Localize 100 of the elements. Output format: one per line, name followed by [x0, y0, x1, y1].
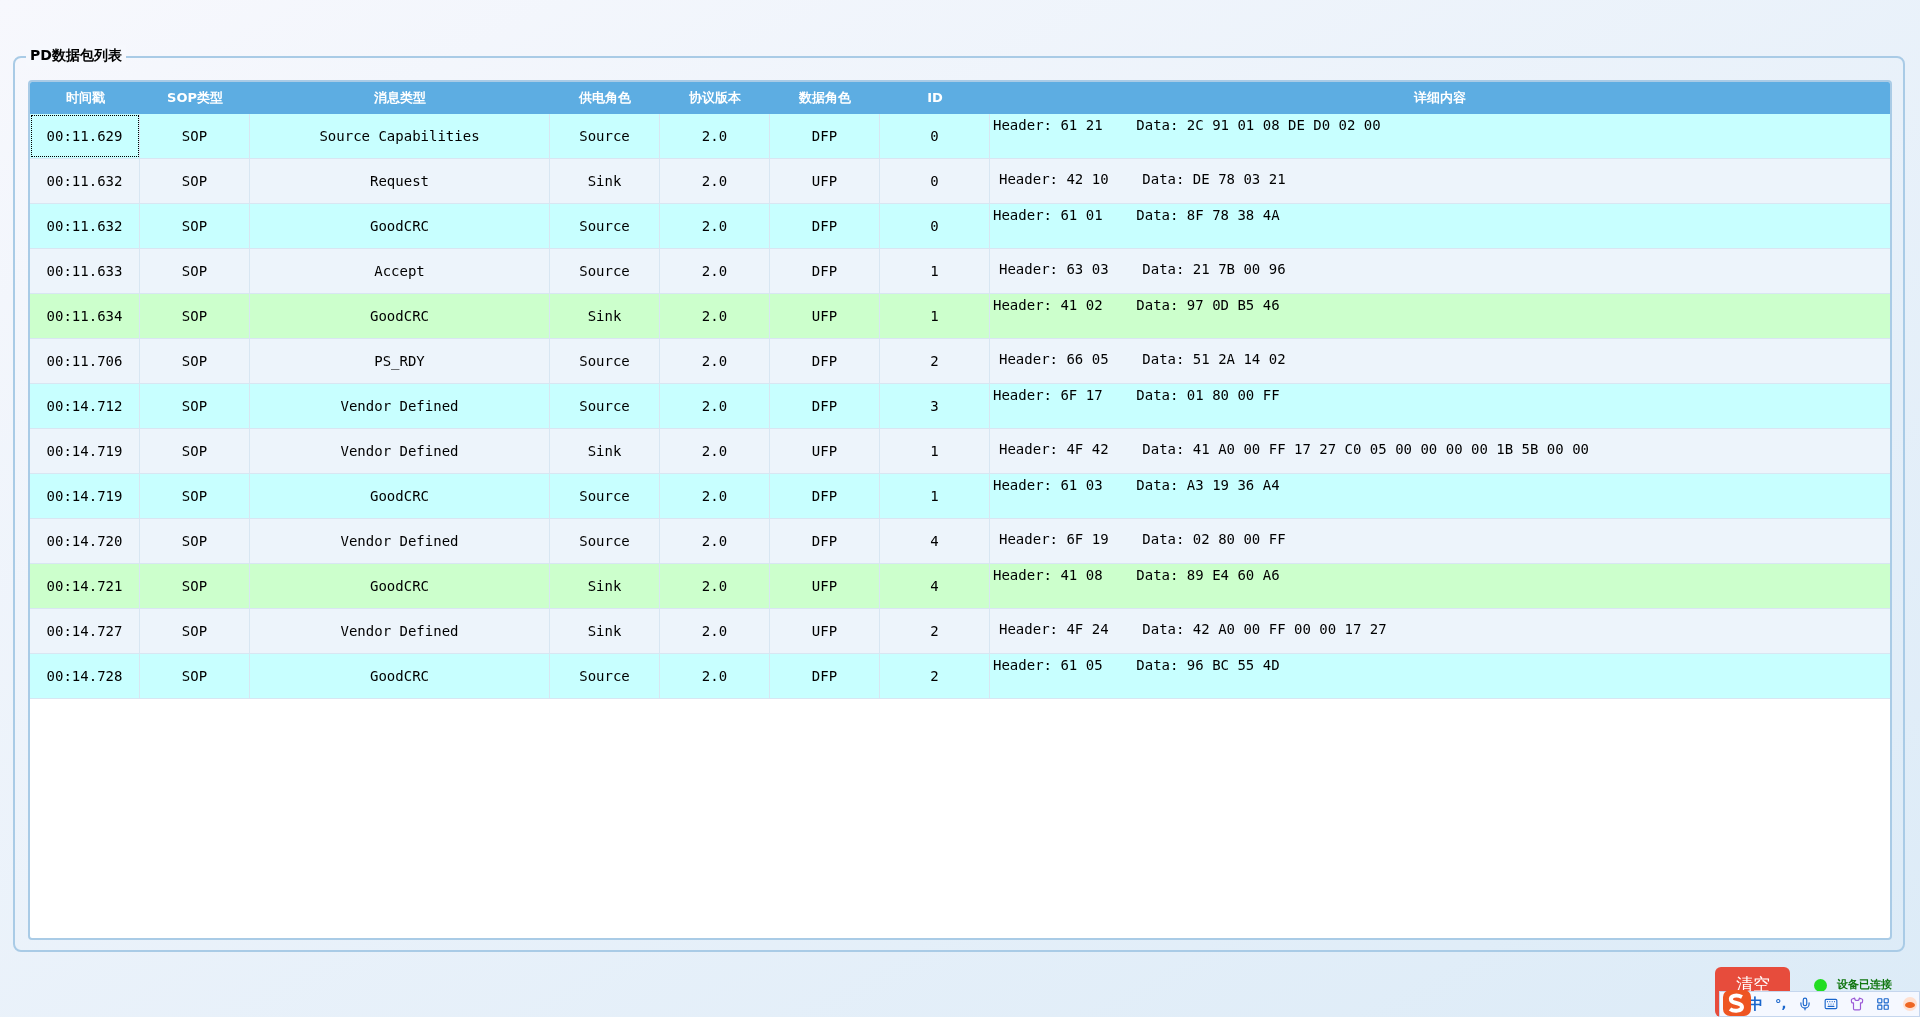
table-cell: Source: [550, 204, 660, 248]
table-cell: DFP: [770, 519, 880, 563]
table-cell: UFP: [770, 564, 880, 608]
table-cell: UFP: [770, 294, 880, 338]
table-cell: GoodCRC: [250, 564, 550, 608]
table-cell: UFP: [770, 609, 880, 653]
table-cell: 2.0: [660, 474, 770, 518]
table-cell-text: Header: 61 03 Data: A3 19 36 A4: [993, 476, 1280, 495]
table-cell: SOP: [140, 204, 250, 248]
panel-title: PD数据包列表: [26, 45, 126, 66]
table-cell: 00:11.706: [30, 339, 140, 383]
table-cell: 1: [880, 474, 990, 518]
table-cell-text: Header: 4F 42 Data: 41 A0 00 FF 17 27 C0 05 00 00 00 00 1B 5B 00 00: [999, 440, 1589, 459]
table-cell: Source: [550, 519, 660, 563]
table-cell: 3: [880, 384, 990, 428]
table-cell: Sink: [550, 609, 660, 653]
table-cell: Vendor Defined: [250, 384, 550, 428]
table-cell: 2.0: [660, 384, 770, 428]
table-cell: Source: [550, 249, 660, 293]
table-cell: Source: [550, 384, 660, 428]
table-cell: 00:11.629: [30, 114, 140, 158]
table-cell: 0: [880, 159, 990, 203]
table-cell: SOP: [140, 159, 250, 203]
table-cell: DFP: [770, 474, 880, 518]
table-cell: 00:11.634: [30, 294, 140, 338]
table-cell: GoodCRC: [250, 654, 550, 698]
table-cell: 00:14.712: [30, 384, 140, 428]
table-cell: GoodCRC: [250, 474, 550, 518]
table-cell: Vendor Defined: [250, 609, 550, 653]
table-cell: 0: [880, 204, 990, 248]
table-cell: 00:14.719: [30, 474, 140, 518]
status-text: 设备已连接: [1837, 977, 1892, 993]
table-cell: DFP: [770, 339, 880, 383]
table-cell: 00:14.721: [30, 564, 140, 608]
table-cell: Source: [550, 114, 660, 158]
table-cell: PS_RDY: [250, 339, 550, 383]
table-cell-text: Header: 6F 17 Data: 01 80 00 FF: [993, 386, 1280, 405]
table-cell: SOP: [140, 384, 250, 428]
table-cell: 2.0: [660, 114, 770, 158]
table-cell: 00:11.632: [30, 159, 140, 203]
table-cell: SOP: [140, 429, 250, 473]
table-cell: 00:14.728: [30, 654, 140, 698]
table-cell: UFP: [770, 159, 880, 203]
table-cell: 2.0: [660, 564, 770, 608]
table-cell: SOP: [140, 294, 250, 338]
table-cell: 2.0: [660, 249, 770, 293]
table-cell-text: Header: 63 03 Data: 21 7B 00 96: [999, 260, 1286, 279]
table-cell-text: Header: 4F 24 Data: 42 A0 00 FF 00 00 17 27: [999, 620, 1387, 639]
table-cell: Sink: [550, 429, 660, 473]
table-cell: 0: [880, 114, 990, 158]
table-cell: 2.0: [660, 654, 770, 698]
table-cell: SOP: [140, 474, 250, 518]
table-cell: DFP: [770, 384, 880, 428]
table-cell: 2.0: [660, 429, 770, 473]
table-cell: Accept: [250, 249, 550, 293]
table-cell: 1: [880, 294, 990, 338]
table-cell-text: Header: 61 05 Data: 96 BC 55 4D: [993, 656, 1280, 675]
table-cell: Sink: [550, 159, 660, 203]
table-cell: Source: [550, 474, 660, 518]
table-cell-text: Header: 66 05 Data: 51 2A 14 02: [999, 350, 1286, 369]
table-cell-text: Header: 6F 19 Data: 02 80 00 FF: [999, 530, 1286, 549]
table-cell: 1: [880, 249, 990, 293]
table-cell: 1: [880, 429, 990, 473]
table-cell: 2: [880, 654, 990, 698]
table-cell: 2: [880, 609, 990, 653]
table-cell: GoodCRC: [250, 294, 550, 338]
table-cell: Vendor Defined: [250, 429, 550, 473]
table-cell: 2.0: [660, 159, 770, 203]
table-cell: SOP: [140, 609, 250, 653]
table-cell: SOP: [140, 339, 250, 383]
table-cell: 00:11.632: [30, 204, 140, 248]
table-cell: Sink: [550, 294, 660, 338]
table-cell: Source Capabilities: [250, 114, 550, 158]
table-cell: GoodCRC: [250, 204, 550, 248]
table-cell: Source: [550, 339, 660, 383]
table-cell: 00:14.719: [30, 429, 140, 473]
table-cell: SOP: [140, 519, 250, 563]
table-cell: UFP: [770, 429, 880, 473]
table-cell: DFP: [770, 249, 880, 293]
table-cell-text: Header: 41 02 Data: 97 0D B5 46: [993, 296, 1280, 315]
table-cell: 2.0: [660, 204, 770, 248]
table-cell: 2.0: [660, 609, 770, 653]
table-cell: SOP: [140, 249, 250, 293]
table-cell-text: Header: 61 01 Data: 8F 78 38 4A: [993, 206, 1280, 225]
table-cell: DFP: [770, 654, 880, 698]
table-cell: Source: [550, 654, 660, 698]
table-cell: 2.0: [660, 339, 770, 383]
table-cell-text: Header: 42 10 Data: DE 78 03 21: [999, 170, 1286, 189]
table-cell: 4: [880, 519, 990, 563]
table-cell: 00:11.633: [30, 249, 140, 293]
table-cell: 00:14.720: [30, 519, 140, 563]
table-cell: 2: [880, 339, 990, 383]
table-cell: Vendor Defined: [250, 519, 550, 563]
table-cell: SOP: [140, 114, 250, 158]
table-cell-text: Header: 61 21 Data: 2C 91 01 08 DE D0 02 00: [993, 116, 1381, 135]
table-cell-text: Header: 41 08 Data: 89 E4 60 A6: [993, 566, 1280, 585]
table-cell: 00:14.727: [30, 609, 140, 653]
table-cell: 2.0: [660, 294, 770, 338]
table-cell: SOP: [140, 654, 250, 698]
table-cell: Request: [250, 159, 550, 203]
